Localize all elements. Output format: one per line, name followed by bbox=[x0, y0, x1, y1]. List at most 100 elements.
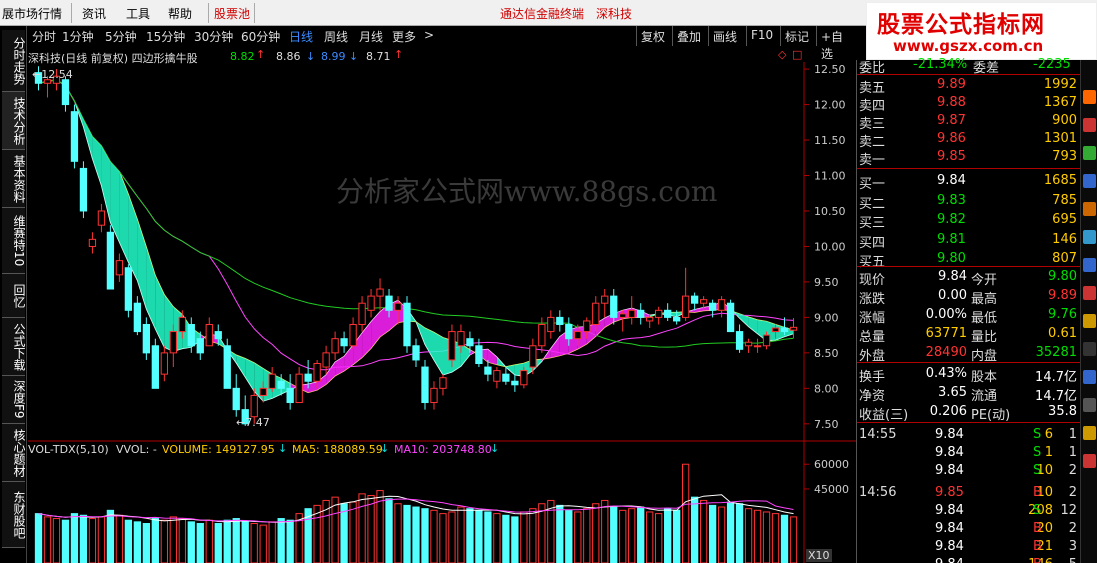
overlay-button[interactable]: 叠加 bbox=[672, 26, 705, 46]
period-1min[interactable]: 1分钟 bbox=[62, 28, 94, 45]
tab-technical[interactable]: 技术分析 bbox=[2, 92, 26, 150]
period-weekly[interactable]: 周线 bbox=[324, 28, 348, 45]
menu-tools[interactable]: 工具 bbox=[126, 5, 150, 22]
ask-row[interactable]: 卖一 9.85 793 bbox=[857, 148, 1081, 168]
candle[interactable] bbox=[628, 296, 636, 325]
tick-row[interactable]: 14:55 9.84 6 S 1 bbox=[857, 426, 1081, 444]
candle[interactable] bbox=[223, 338, 231, 389]
tick-row[interactable]: 14:56 9.85 10 B 2 bbox=[857, 484, 1081, 502]
chevron-right-icon[interactable]: > bbox=[424, 28, 434, 42]
tab-profile[interactable]: 基本资料 bbox=[2, 150, 26, 208]
tab-depth-f9[interactable]: 深度F9 bbox=[2, 376, 26, 424]
candle[interactable] bbox=[412, 338, 420, 368]
candle[interactable] bbox=[403, 296, 411, 353]
ask-row[interactable]: 卖五 9.89 1992 bbox=[857, 76, 1081, 96]
candle[interactable] bbox=[349, 317, 357, 350]
tool-icon[interactable] bbox=[1083, 454, 1096, 468]
candle[interactable] bbox=[789, 318, 798, 338]
candle[interactable] bbox=[690, 292, 699, 311]
kline-chart-area[interactable]: 12.50 12.00 11.50 11.00 10.50 10.00 9.50 9.00 8.… bbox=[28, 46, 856, 563]
tool-icon[interactable] bbox=[1083, 398, 1096, 412]
ask-row[interactable]: 卖二 9.86 1301 bbox=[857, 130, 1081, 150]
tool-icon[interactable] bbox=[1083, 146, 1096, 160]
tab-forum[interactable]: 东财股吧 bbox=[2, 482, 26, 548]
candle[interactable] bbox=[439, 374, 447, 396]
candle[interactable] bbox=[637, 303, 645, 325]
candle[interactable] bbox=[421, 359, 429, 410]
menu-market[interactable]: 展市场行情 bbox=[2, 5, 62, 22]
candle[interactable] bbox=[295, 367, 303, 404]
candle[interactable] bbox=[124, 264, 133, 318]
tool-icon[interactable] bbox=[1083, 202, 1096, 216]
candle[interactable] bbox=[655, 306, 663, 325]
tab-recall[interactable]: 回忆 bbox=[2, 274, 26, 318]
square-icon[interactable]: □ bbox=[792, 48, 802, 61]
candle[interactable] bbox=[511, 374, 519, 392]
f10-button[interactable]: F10 bbox=[746, 26, 777, 46]
candle[interactable] bbox=[268, 367, 276, 392]
period-15min[interactable]: 15分钟 bbox=[146, 28, 185, 45]
candle[interactable] bbox=[556, 310, 564, 332]
candle[interactable] bbox=[376, 278, 384, 311]
tool-icon[interactable] bbox=[1083, 426, 1096, 440]
candle[interactable] bbox=[367, 289, 375, 318]
tool-icon[interactable] bbox=[1083, 258, 1096, 272]
candle[interactable] bbox=[744, 338, 753, 353]
candle[interactable] bbox=[601, 289, 609, 318]
tool-icon[interactable] bbox=[1083, 286, 1096, 300]
candle[interactable] bbox=[619, 310, 627, 332]
candle[interactable] bbox=[735, 324, 744, 353]
candle[interactable] bbox=[340, 331, 348, 353]
candle[interactable] bbox=[502, 367, 510, 385]
ask-row[interactable]: 卖三 9.87 900 bbox=[857, 112, 1081, 132]
mark-button[interactable]: 标记 bbox=[780, 26, 813, 46]
candle[interactable] bbox=[232, 374, 240, 417]
tick-row[interactable]: 9.84 1 S 1 bbox=[857, 444, 1081, 462]
candle[interactable] bbox=[493, 367, 501, 389]
candle[interactable] bbox=[142, 317, 150, 360]
candle[interactable] bbox=[115, 253, 124, 282]
candle[interactable] bbox=[88, 232, 97, 254]
tool-icon[interactable] bbox=[1083, 118, 1096, 132]
tab-weisai[interactable]: 维赛特10 bbox=[2, 208, 26, 274]
tool-icon[interactable] bbox=[1083, 342, 1096, 356]
candle[interactable] bbox=[331, 331, 339, 360]
candle[interactable] bbox=[664, 303, 672, 321]
candle[interactable] bbox=[358, 296, 366, 332]
tool-icon[interactable] bbox=[1083, 90, 1096, 104]
tick-row[interactable]: 9.84146B5 bbox=[857, 556, 1081, 563]
candle[interactable] bbox=[106, 225, 115, 290]
period-monthly[interactable]: 月线 bbox=[359, 28, 383, 45]
bid-row[interactable]: 买三 9.82 695 bbox=[857, 211, 1081, 231]
ask-row[interactable]: 卖四 9.88 1367 bbox=[857, 94, 1081, 114]
candle[interactable] bbox=[682, 267, 690, 321]
menu-help[interactable]: 帮助 bbox=[168, 5, 192, 22]
diamond-icon[interactable]: ◇ bbox=[778, 48, 786, 61]
tab-formula-download[interactable]: 公式下载 bbox=[2, 318, 26, 376]
candle[interactable] bbox=[205, 317, 213, 347]
bid-row[interactable]: 买四 9.81 146 bbox=[857, 231, 1081, 251]
candle[interactable] bbox=[753, 338, 762, 353]
tool-icon[interactable] bbox=[1083, 174, 1096, 188]
tick-row[interactable]: 9.84 20 B 2 bbox=[857, 520, 1081, 538]
draw-line-button[interactable]: 画线 bbox=[708, 26, 741, 46]
tool-icon[interactable] bbox=[1083, 230, 1096, 244]
tick-row[interactable]: 9.84 21 B 3 bbox=[857, 538, 1081, 556]
period-more[interactable]: 更多 bbox=[392, 28, 416, 45]
period-30min[interactable]: 30分钟 bbox=[194, 28, 233, 45]
candle[interactable] bbox=[520, 367, 528, 389]
tab-intraday[interactable]: 分时走势 bbox=[2, 30, 26, 92]
tool-icon[interactable] bbox=[1083, 314, 1096, 328]
candle[interactable] bbox=[151, 338, 159, 389]
menu-news[interactable]: 资讯 bbox=[82, 5, 106, 22]
candle[interactable] bbox=[717, 296, 726, 318]
tab-core-themes[interactable]: 核心题材 bbox=[2, 424, 26, 482]
adjust-button[interactable]: 复权 bbox=[636, 26, 669, 46]
candle[interactable] bbox=[547, 310, 555, 339]
tick-row[interactable]: 9.84 10 S 2 bbox=[857, 462, 1081, 480]
candle[interactable] bbox=[286, 374, 294, 410]
candle[interactable] bbox=[430, 381, 438, 410]
period-5min[interactable]: 5分钟 bbox=[105, 28, 137, 45]
period-60min[interactable]: 60分钟 bbox=[241, 28, 280, 45]
candle[interactable] bbox=[726, 299, 735, 333]
